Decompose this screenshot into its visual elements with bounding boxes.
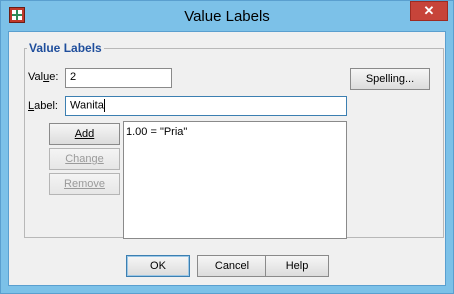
change-button[interactable]: Change bbox=[49, 148, 120, 170]
value-labels-group: Value Labels Value: 2 Label: Wanita Spel… bbox=[24, 41, 444, 239]
value-label: Value: bbox=[28, 71, 59, 83]
value-input-text: 2 bbox=[70, 71, 77, 83]
spelling-button[interactable]: Spelling... bbox=[350, 68, 430, 90]
label-input[interactable]: Wanita bbox=[65, 96, 347, 116]
title-bar[interactable]: Value Labels ✕ bbox=[1, 1, 453, 31]
close-button[interactable]: ✕ bbox=[410, 1, 448, 21]
cancel-button[interactable]: Cancel bbox=[197, 255, 267, 277]
label-label: Label: bbox=[28, 100, 58, 112]
help-button[interactable]: Help bbox=[265, 255, 329, 277]
text-caret bbox=[103, 99, 105, 112]
value-input[interactable]: 2 bbox=[65, 68, 172, 88]
add-button[interactable]: Add bbox=[49, 123, 120, 145]
dialog-body: Value Labels Value: 2 Label: Wanita Spel… bbox=[8, 31, 446, 286]
group-title: Value Labels bbox=[27, 41, 104, 55]
value-labels-dialog: Value Labels ✕ Value Labels Value: 2 Lab… bbox=[0, 0, 454, 294]
remove-button[interactable]: Remove bbox=[49, 173, 120, 195]
value-labels-list[interactable]: 1.00 = "Pria" bbox=[123, 121, 347, 239]
window-title: Value Labels bbox=[184, 8, 270, 25]
label-input-text: Wanita bbox=[70, 99, 104, 112]
ok-button[interactable]: OK bbox=[126, 255, 190, 277]
list-item[interactable]: 1.00 = "Pria" bbox=[126, 125, 344, 139]
